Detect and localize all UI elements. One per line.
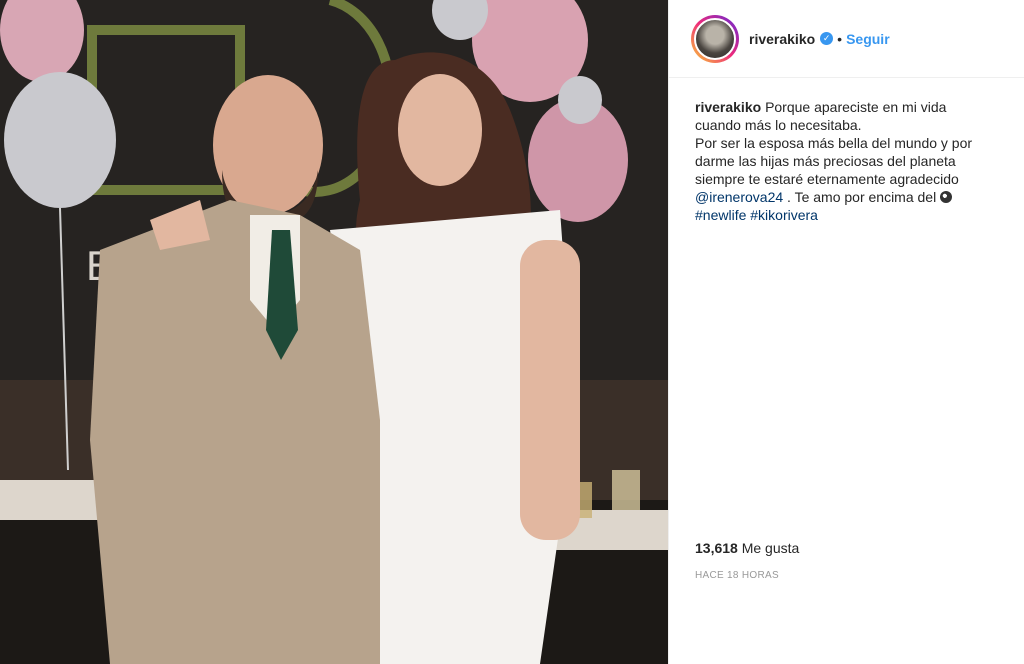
avatar-image (694, 17, 736, 60)
caption-line-2: cuando más lo necesitaba. (695, 117, 862, 133)
likes-label: Me gusta (741, 540, 800, 556)
globe-emoji-icon (940, 191, 953, 203)
hashtag-link[interactable]: #kikorivera (750, 207, 818, 223)
caption-line-5: siempre te estaré eternamente agradecido (695, 171, 959, 187)
caption-line-1: Porque apareciste en mi vida (765, 99, 947, 115)
glass (612, 470, 640, 510)
post-header: riverakiko ✓ • Seguir (669, 0, 1024, 78)
balloon (558, 76, 602, 124)
man-suit (90, 200, 380, 664)
separator-dot: • (837, 30, 843, 47)
photo-illustration: E (0, 0, 668, 664)
caption-line-4: darme las hijas más preciosas del planet… (695, 153, 956, 169)
post-sidebar: riverakiko ✓ • Seguir riverakiko Porque … (668, 0, 1024, 664)
table (0, 480, 110, 520)
balloon (4, 72, 116, 208)
caption-line-6: . Te amo por encima del (783, 189, 937, 205)
post-timestamp[interactable]: HACE 18 HORAS (695, 570, 779, 581)
verified-badge-icon: ✓ (820, 32, 834, 45)
likes-number: 13,618 (695, 540, 738, 556)
likes-count[interactable]: 13,618 Me gusta (695, 540, 799, 556)
woman-face (398, 74, 482, 186)
follow-button[interactable]: Seguir (846, 31, 890, 47)
hashtag-link[interactable]: #newlife (695, 207, 746, 223)
username-link[interactable]: riverakiko (749, 31, 815, 47)
caption-line-3: Por ser la esposa más bella del mundo y … (695, 135, 973, 151)
avatar[interactable] (691, 14, 739, 63)
woman-arm (520, 240, 580, 540)
post-caption: riverakiko Porque apareciste en mi vida … (669, 78, 1024, 224)
caption-username[interactable]: riverakiko (695, 99, 761, 115)
instagram-post: E (0, 0, 1024, 664)
post-photo[interactable]: E (0, 0, 668, 664)
mention-link[interactable]: @irenerova24 (695, 189, 783, 205)
